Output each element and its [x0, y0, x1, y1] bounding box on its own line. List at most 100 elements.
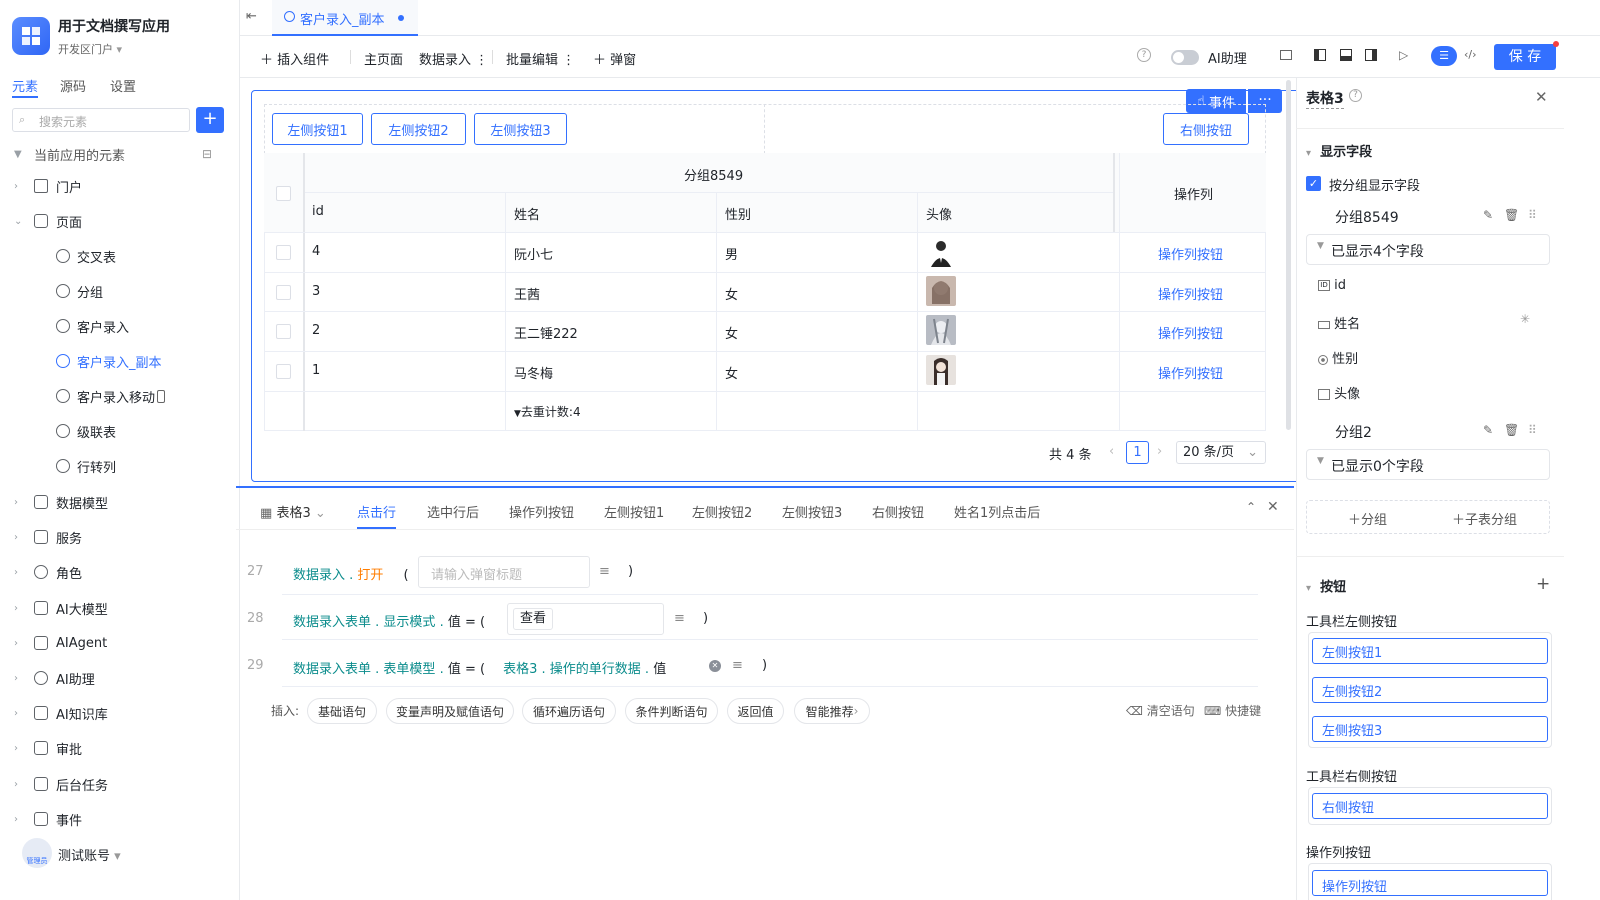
- code-line-28[interactable]: 数据录入表单 . 显示模式 . 值 = (: [293, 611, 485, 630]
- next-page-icon[interactable]: ›: [1157, 444, 1162, 459]
- account-menu[interactable]: 测试账号 ▾: [58, 845, 121, 864]
- main-page-button[interactable]: 主页面: [364, 49, 403, 68]
- group1-fields-toggle[interactable]: ▼ 已显示4个字段: [1306, 234, 1550, 265]
- row-checkbox[interactable]: [276, 364, 291, 379]
- chip-loop[interactable]: 循环遍历语句: [522, 698, 616, 724]
- settings-toggle-icon[interactable]: ☰: [1431, 46, 1457, 66]
- field-item-name[interactable]: 姓名: [1318, 313, 1360, 332]
- close-icon[interactable]: ✕: [1267, 499, 1279, 515]
- tree-item-ai-assistant[interactable]: › AI助理: [0, 662, 240, 694]
- row-checkbox[interactable]: [276, 324, 291, 339]
- help-icon[interactable]: ?: [1349, 89, 1362, 102]
- loading-icon[interactable]: ✳: [1520, 312, 1530, 326]
- tab-name-click[interactable]: 姓名1列点击后: [954, 502, 1040, 521]
- shortcut-button[interactable]: ⌨ 快捷键: [1204, 702, 1261, 719]
- tree-page-crosstab[interactable]: 交叉表: [0, 240, 240, 272]
- close-icon[interactable]: ✕: [1535, 88, 1548, 106]
- right-button-item-1[interactable]: 右侧按钮: [1312, 793, 1548, 819]
- env-switcher[interactable]: 开发区门户 ▾: [58, 41, 122, 57]
- format-icon[interactable]: ≡: [599, 564, 610, 579]
- select-all-checkbox[interactable]: [276, 186, 291, 201]
- add-button-icon[interactable]: +: [1536, 574, 1550, 594]
- layout-icon[interactable]: [1280, 50, 1292, 60]
- collapse-sidebar-icon[interactable]: ⇤: [246, 9, 257, 24]
- canvas-scrollbar[interactable]: [1286, 80, 1291, 430]
- display-fields-section[interactable]: ▾ 显示字段: [1306, 141, 1372, 160]
- tab-settings[interactable]: 设置: [110, 76, 136, 95]
- code-line-27[interactable]: 数据录入 . 打开(: [293, 564, 409, 583]
- right-button[interactable]: 右侧按钮: [1163, 113, 1249, 145]
- tree-item-data-model[interactable]: › 数据模型: [0, 486, 240, 518]
- action-column-button[interactable]: 操作列按钮: [1158, 363, 1223, 382]
- component-selector[interactable]: ▦ 表格3 ⌄: [260, 502, 326, 521]
- action-column-button[interactable]: 操作列按钮: [1158, 284, 1223, 303]
- buttons-section[interactable]: ▾ 按钮: [1306, 576, 1346, 595]
- tree-page-customer[interactable]: 客户录入: [0, 310, 240, 342]
- delete-icon[interactable]: 🗑: [1504, 208, 1519, 222]
- tree-item-ai-agent[interactable]: › AIAgent: [0, 627, 240, 659]
- field-item-gender[interactable]: 性别: [1318, 348, 1358, 367]
- ai-toggle[interactable]: [1171, 50, 1199, 65]
- group2-fields-toggle[interactable]: ▼ 已显示0个字段: [1306, 449, 1550, 480]
- tree-item-ai-kb[interactable]: › AI知识库: [0, 697, 240, 729]
- left-button-3[interactable]: 左侧按钮3: [474, 113, 567, 145]
- tree-page-row-to-col[interactable]: 行转列: [0, 450, 240, 482]
- save-button[interactable]: 保 存: [1494, 44, 1556, 70]
- tree-item-role[interactable]: › 角色: [0, 556, 240, 588]
- chip-variable[interactable]: 变量声明及赋值语句: [386, 698, 514, 724]
- page-number[interactable]: 1: [1126, 441, 1149, 464]
- collapse-panel-icon[interactable]: ⌃: [1246, 500, 1256, 514]
- avatar[interactable]: 管理员: [22, 838, 52, 868]
- tree-item-pages[interactable]: ⌄ 页面: [0, 205, 240, 237]
- code-line-29[interactable]: 数据录入表单 . 表单模型 . 值 = (表格3 . 操作的单行数据 . 值: [293, 658, 666, 677]
- drag-handle-icon[interactable]: ⠿: [1528, 423, 1537, 437]
- field-item-avatar[interactable]: 头像: [1318, 383, 1360, 402]
- left-button-item-1[interactable]: 左侧按钮1: [1312, 638, 1548, 664]
- add-group-button[interactable]: ＋分组: [1348, 509, 1387, 528]
- tree-item-service[interactable]: › 服务: [0, 521, 240, 553]
- summary-cell[interactable]: ▼去重计数:4: [514, 403, 581, 420]
- page-size-select[interactable]: 20 条/页 ⌄: [1176, 441, 1266, 464]
- tree-page-group[interactable]: 分组: [0, 275, 240, 307]
- chip-return[interactable]: 返回值: [727, 698, 784, 724]
- tree-item-portal[interactable]: › 门户: [0, 170, 240, 202]
- tab-left-button-3[interactable]: 左侧按钮3: [782, 502, 842, 521]
- tab-customer-copy[interactable]: 客户录入_副本: [272, 0, 418, 36]
- left-button-item-2[interactable]: 左侧按钮2: [1312, 677, 1548, 703]
- tree-item-ai-model[interactable]: › AI大模型: [0, 592, 240, 624]
- popup-title-input[interactable]: 请输入弹窗标题: [418, 556, 590, 588]
- left-panel-icon[interactable]: [1314, 49, 1326, 61]
- left-button-1[interactable]: 左侧按钮1: [272, 113, 363, 145]
- tree-page-cascade[interactable]: 级联表: [0, 415, 240, 447]
- tree-section-header[interactable]: ▼ 当前应用的元素 ⊟: [0, 138, 240, 170]
- tab-left-button-1[interactable]: 左侧按钮1: [604, 502, 664, 521]
- tab-row-click[interactable]: 点击行: [357, 502, 396, 521]
- chip-smart[interactable]: 智能推荐 ›: [794, 698, 870, 724]
- code-icon[interactable]: ‹/›: [1464, 48, 1477, 61]
- play-icon[interactable]: ▷: [1399, 48, 1408, 62]
- tree-page-customer-copy[interactable]: 客户录入_副本: [0, 345, 240, 377]
- tab-action-button[interactable]: 操作列按钮: [509, 502, 574, 521]
- right-panel-icon[interactable]: [1365, 49, 1377, 61]
- delete-icon[interactable]: 🗑: [1504, 423, 1519, 437]
- clear-statements-button[interactable]: ⌫ 清空语句: [1126, 702, 1195, 719]
- data-entry-button[interactable]: 数据录入 ⋮: [419, 49, 488, 68]
- row-checkbox[interactable]: [276, 245, 291, 260]
- tab-elements[interactable]: 元素: [12, 76, 38, 95]
- field-item-id[interactable]: ID id: [1318, 278, 1346, 293]
- left-button-2[interactable]: 左侧按钮2: [371, 113, 466, 145]
- add-sub-group-button[interactable]: ＋子表分组: [1452, 509, 1517, 528]
- chip-basic[interactable]: 基础语句: [307, 698, 377, 724]
- clear-icon[interactable]: ✕: [709, 660, 721, 672]
- edit-icon[interactable]: ✎: [1483, 208, 1493, 222]
- row-checkbox[interactable]: [276, 285, 291, 300]
- tab-left-button-2[interactable]: 左侧按钮2: [692, 502, 752, 521]
- display-mode-input[interactable]: 查看: [507, 603, 664, 635]
- insert-component-button[interactable]: ＋ 插入组件: [260, 49, 329, 68]
- search-input[interactable]: ⌕ 搜索元素: [12, 108, 190, 132]
- left-button-item-3[interactable]: 左侧按钮3: [1312, 716, 1548, 742]
- collapse-all-icon[interactable]: ⊟: [202, 147, 212, 161]
- batch-edit-button[interactable]: 批量编辑 ⋮: [506, 49, 575, 68]
- action-button-item-1[interactable]: 操作列按钮: [1312, 870, 1548, 896]
- tab-after-select[interactable]: 选中行后: [427, 502, 479, 521]
